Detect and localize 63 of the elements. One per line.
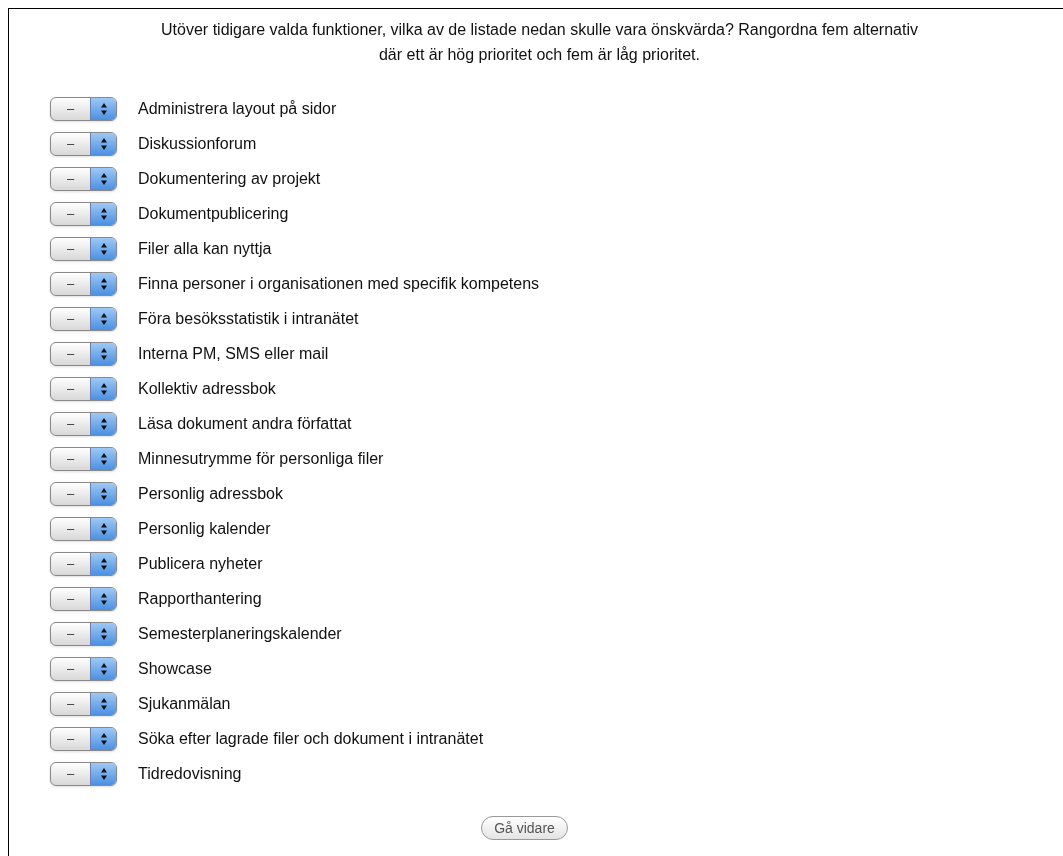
option-label: Diskussionforum — [138, 134, 257, 154]
rank-select[interactable]: – — [50, 202, 117, 226]
stepper-icon — [99, 172, 108, 186]
option-label: Personlig adressbok — [138, 484, 283, 504]
option-label: Showcase — [138, 659, 212, 679]
stepper-icon — [99, 382, 108, 396]
stepper-icon — [99, 347, 108, 361]
rank-select[interactable]: – — [50, 237, 117, 261]
option-label: Dokumentering av projekt — [138, 169, 321, 189]
option-label: Filer alla kan nyttja — [138, 239, 272, 259]
rank-select[interactable]: – — [50, 552, 117, 576]
stepper-icon — [99, 242, 108, 256]
option-label: Läsa dokument andra författat — [138, 414, 352, 434]
rank-select[interactable]: – — [50, 762, 117, 786]
stepper-icon — [99, 487, 108, 501]
option-label: Föra besöksstatistik i intranätet — [138, 309, 359, 329]
option-label: Rapporthantering — [138, 589, 262, 609]
question-text: Utöver tidigare valda funktioner, vilka av de listade nedan skulle vara önskvärda? Rangordna fem alternativ — [161, 20, 918, 40]
rank-select[interactable]: – — [50, 342, 117, 366]
option-label: Publicera nyheter — [138, 554, 263, 574]
rank-select[interactable]: – — [50, 412, 117, 436]
continue-button[interactable]: Gå vidare — [481, 816, 568, 840]
stepper-icon — [99, 452, 108, 466]
stepper-icon — [99, 522, 108, 536]
option-label: Minnesutrymme för personliga filer — [138, 449, 384, 469]
rank-select[interactable]: – — [50, 587, 117, 611]
rank-select[interactable]: – — [50, 657, 117, 681]
option-label: Söka efter lagrade filer och dokument i intranätet — [138, 729, 484, 749]
option-label: Semesterplaneringskalender — [138, 624, 342, 644]
option-label: Tidredovisning — [138, 764, 242, 784]
rank-select[interactable]: – — [50, 517, 117, 541]
stepper-icon — [99, 137, 108, 151]
rank-select[interactable]: – — [50, 692, 117, 716]
rank-select[interactable]: – — [50, 447, 117, 471]
option-label: Personlig kalender — [138, 519, 271, 539]
stepper-icon — [99, 557, 108, 571]
stepper-icon — [99, 767, 108, 781]
rank-select[interactable]: – — [50, 482, 117, 506]
stepper-icon — [99, 312, 108, 326]
stepper-icon — [99, 732, 108, 746]
rank-select[interactable]: – — [50, 377, 117, 401]
stepper-icon — [99, 697, 108, 711]
rank-select[interactable]: – — [50, 727, 117, 751]
rank-select[interactable]: – — [50, 272, 117, 296]
option-label: Kollektiv adressbok — [138, 379, 276, 399]
stepper-icon — [99, 592, 108, 606]
question-text: där ett är hög prioritet och fem är låg prioritet. — [378, 45, 700, 65]
stepper-icon — [99, 627, 108, 641]
option-label: Interna PM, SMS eller mail — [138, 344, 329, 364]
stepper-icon — [99, 662, 108, 676]
stepper-icon — [99, 102, 108, 116]
stepper-icon — [99, 277, 108, 291]
stepper-icon — [99, 207, 108, 221]
rank-select[interactable]: – — [50, 132, 117, 156]
rank-select[interactable]: – — [50, 167, 117, 191]
rank-select[interactable]: – — [50, 97, 117, 121]
option-label: Sjukanmälan — [138, 694, 231, 714]
rank-select[interactable]: – — [50, 307, 117, 331]
stepper-icon — [99, 417, 108, 431]
option-label: Finna personer i organisationen med specifik kompetens — [138, 274, 540, 294]
option-label: Dokumentpublicering — [138, 204, 289, 224]
rank-select[interactable]: – — [50, 622, 117, 646]
option-label: Administrera layout på sidor — [138, 99, 337, 119]
